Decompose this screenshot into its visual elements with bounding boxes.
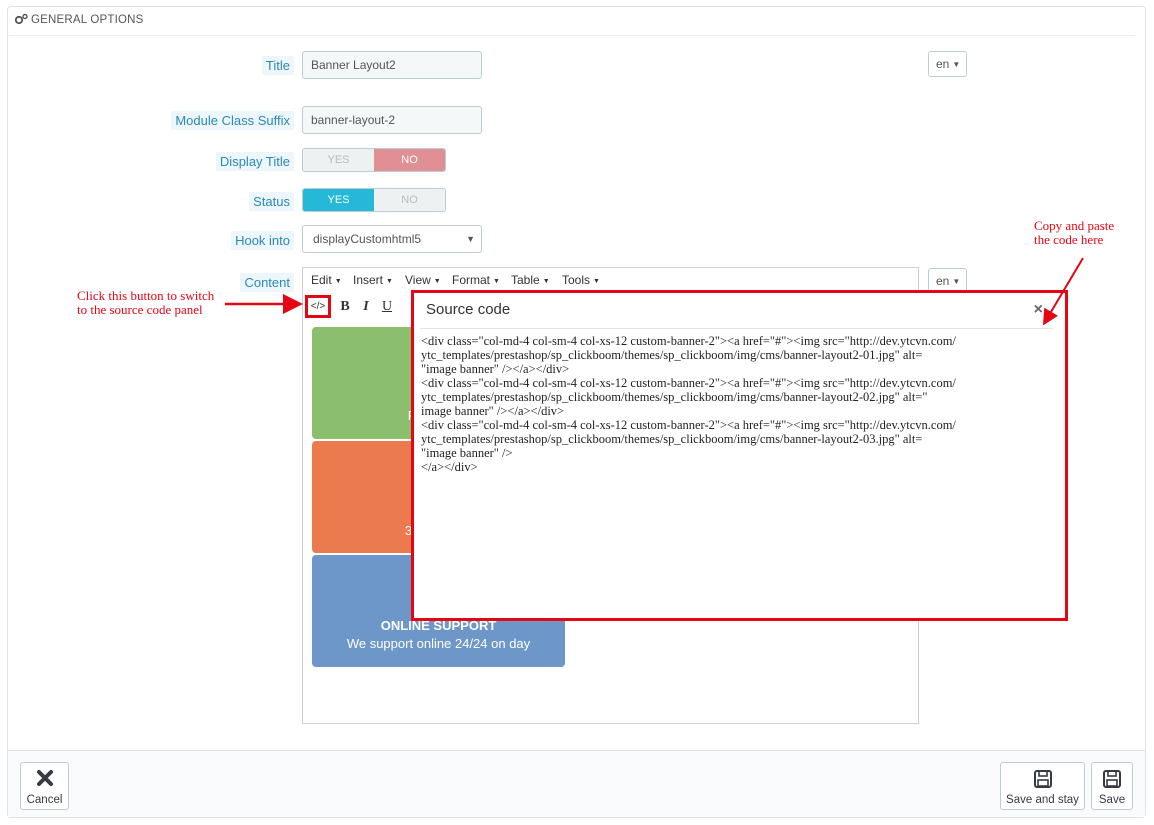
save-and-stay-label: Save and stay (1006, 794, 1079, 806)
arrow-to-code-area (1042, 257, 1084, 326)
form-footer: Cancel Save and stay Save (8, 750, 1145, 817)
cancel-label: Cancel (26, 794, 63, 806)
floppy-disk-icon (1103, 770, 1121, 788)
save-and-stay-button[interactable]: Save and stay (1000, 762, 1085, 810)
cancel-button[interactable]: Cancel (20, 762, 69, 810)
save-label: Save (1098, 794, 1126, 806)
annotation-arrows (225, 257, 1084, 326)
floppy-disk-icon (1033, 770, 1052, 788)
close-icon (36, 770, 53, 786)
save-button[interactable]: Save (1091, 762, 1133, 810)
